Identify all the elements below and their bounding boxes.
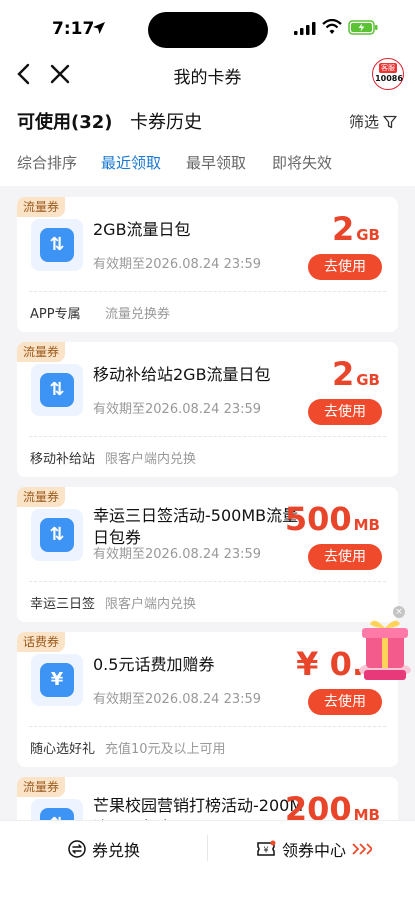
coupon-expire: 有效期至2026.08.24 23:59	[93, 257, 262, 272]
divider	[207, 835, 208, 861]
coupon-desc: 流量兑换券	[105, 307, 171, 322]
coupon-card: 流量券 ⇅ 移动补给站2GB流量日包 有效期至2026.08.24 23:59 …	[17, 342, 398, 477]
coupon-expire: 有效期至2026.08.24 23:59	[93, 547, 262, 562]
coupon-desc: 充值10元及以上可用	[105, 742, 226, 757]
coupon-source: 随心选好礼	[30, 742, 96, 757]
amount-unit: GB	[356, 371, 380, 389]
location-arrow-icon	[93, 22, 105, 34]
battery-icon	[348, 20, 378, 35]
coupon-expire: 有效期至2026.08.24 23:59	[93, 402, 262, 417]
signal-icon	[294, 22, 316, 35]
yuan-icon: ¥	[31, 654, 83, 706]
sort-recent[interactable]: 最近领取	[101, 152, 161, 173]
use-button[interactable]: 去使用	[308, 254, 382, 280]
coupon-center-label: 领券中心	[282, 841, 347, 860]
coupon-badge: 流量券	[17, 342, 66, 362]
divider	[29, 726, 386, 727]
coupon-title: 2GB流量日包	[93, 220, 191, 239]
exchange-label: 券兑换	[92, 841, 141, 860]
filter-button[interactable]: 筛选	[349, 111, 397, 132]
coupon-card: 话费券 ¥ 0.5元话费加赠券 有效期至2026.08.24 23:59 ¥ 0…	[17, 632, 398, 767]
exchange-icon	[68, 840, 86, 858]
filter-icon	[383, 115, 397, 128]
coupon-title: 移动补给站2GB流量日包	[93, 365, 271, 384]
data-icon: ⇅	[31, 509, 83, 561]
amount-value: ¥ 0.	[296, 645, 364, 683]
coupon-badge: 流量券	[17, 777, 66, 797]
logo-number: 10086	[375, 74, 403, 83]
coupon-amount: ¥ 0.	[296, 646, 364, 682]
svg-text:¥: ¥	[263, 846, 268, 855]
logo-tag: 客服	[379, 63, 397, 73]
sort-overall[interactable]: 综合排序	[17, 152, 77, 173]
filter-label: 筛选	[348, 113, 379, 131]
coupon-badge: 流量券	[17, 197, 66, 217]
status-time: 7:17	[52, 19, 95, 39]
coupon-card: 流量券 ⇅ 幸运三日签活动-500MB流量日包券 有效期至2026.08.24 …	[17, 487, 398, 622]
coupon-badge: 流量券	[17, 487, 66, 507]
amount-value: 2	[331, 355, 355, 393]
coupon-center-button[interactable]: ¥ 领券中心	[256, 837, 373, 861]
chevrons-right-icon	[352, 843, 373, 855]
amount-unit: MB	[353, 516, 380, 534]
coupon-badge: 话费券	[17, 632, 66, 652]
coupon-amount: 2 GB	[332, 356, 380, 398]
use-button[interactable]: 去使用	[308, 399, 382, 425]
coupon-desc: 限客户端内兑换	[105, 597, 197, 612]
divider	[29, 291, 386, 292]
dynamic-island	[148, 12, 268, 48]
divider	[29, 436, 386, 437]
data-icon: ⇅	[31, 219, 83, 271]
gift-promo-icon[interactable]	[356, 614, 414, 682]
page-title: 我的卡券	[173, 68, 242, 88]
use-button[interactable]: 去使用	[308, 544, 382, 570]
coupon-card: 流量券 ⇅ 2GB流量日包 有效期至2026.08.24 23:59 2 GB 去…	[17, 197, 398, 332]
coupon-title: 0.5元话费加赠券	[93, 655, 215, 674]
exchange-button[interactable]: 券兑换	[68, 837, 140, 861]
coupon-source: APP专属	[30, 307, 81, 322]
amount-value: 500	[284, 500, 352, 538]
data-icon: ⇅	[31, 364, 83, 416]
divider	[29, 581, 386, 582]
sort-expiring[interactable]: 即将失效	[272, 152, 332, 173]
sort-earliest[interactable]: 最早领取	[186, 152, 246, 173]
amount-value: 2	[331, 210, 355, 248]
tab-available[interactable]: 可使用(32)	[17, 108, 113, 134]
nav-bar: 我的卡券 客服 10086	[0, 50, 415, 98]
coupon-desc: 限客户端内兑换	[105, 452, 197, 467]
coupon-amount: 500 MB	[285, 501, 380, 543]
coupon-expire: 有效期至2026.08.24 23:59	[93, 692, 262, 707]
status-bar: 7:17	[0, 0, 415, 50]
customer-service-logo[interactable]: 客服 10086	[372, 58, 404, 90]
coupon-amount: 2 GB	[332, 211, 380, 253]
ticket-icon: ¥	[257, 840, 276, 856]
sort-options: 综合排序 最近领取 最早领取 即将失效	[0, 142, 415, 186]
tab-history[interactable]: 卡券历史	[130, 108, 202, 134]
use-button[interactable]: 去使用	[308, 689, 382, 715]
coupon-tabs: 可使用(32) 卡券历史 筛选	[0, 98, 415, 142]
amount-unit: GB	[356, 226, 380, 244]
bottom-bar: 券兑换 ¥ 领券中心	[0, 820, 415, 900]
coupon-source: 移动补给站	[30, 452, 96, 467]
coupon-source: 幸运三日签	[30, 597, 96, 612]
wifi-icon	[322, 19, 342, 34]
